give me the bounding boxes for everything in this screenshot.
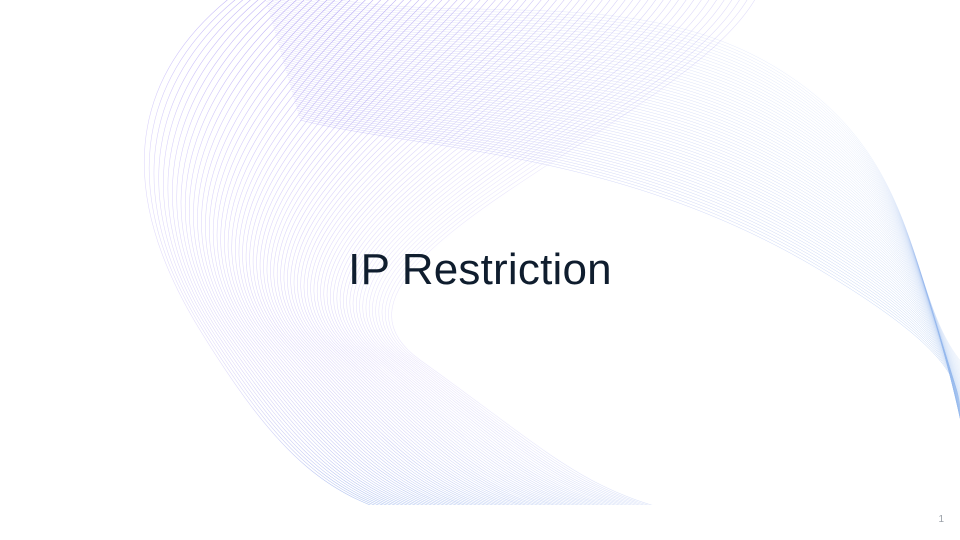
page-number: 1 — [938, 514, 944, 525]
presentation-slide: IP Restriction 1 — [0, 0, 960, 540]
slide-title: IP Restriction — [348, 245, 612, 294]
footer-band — [0, 505, 960, 540]
